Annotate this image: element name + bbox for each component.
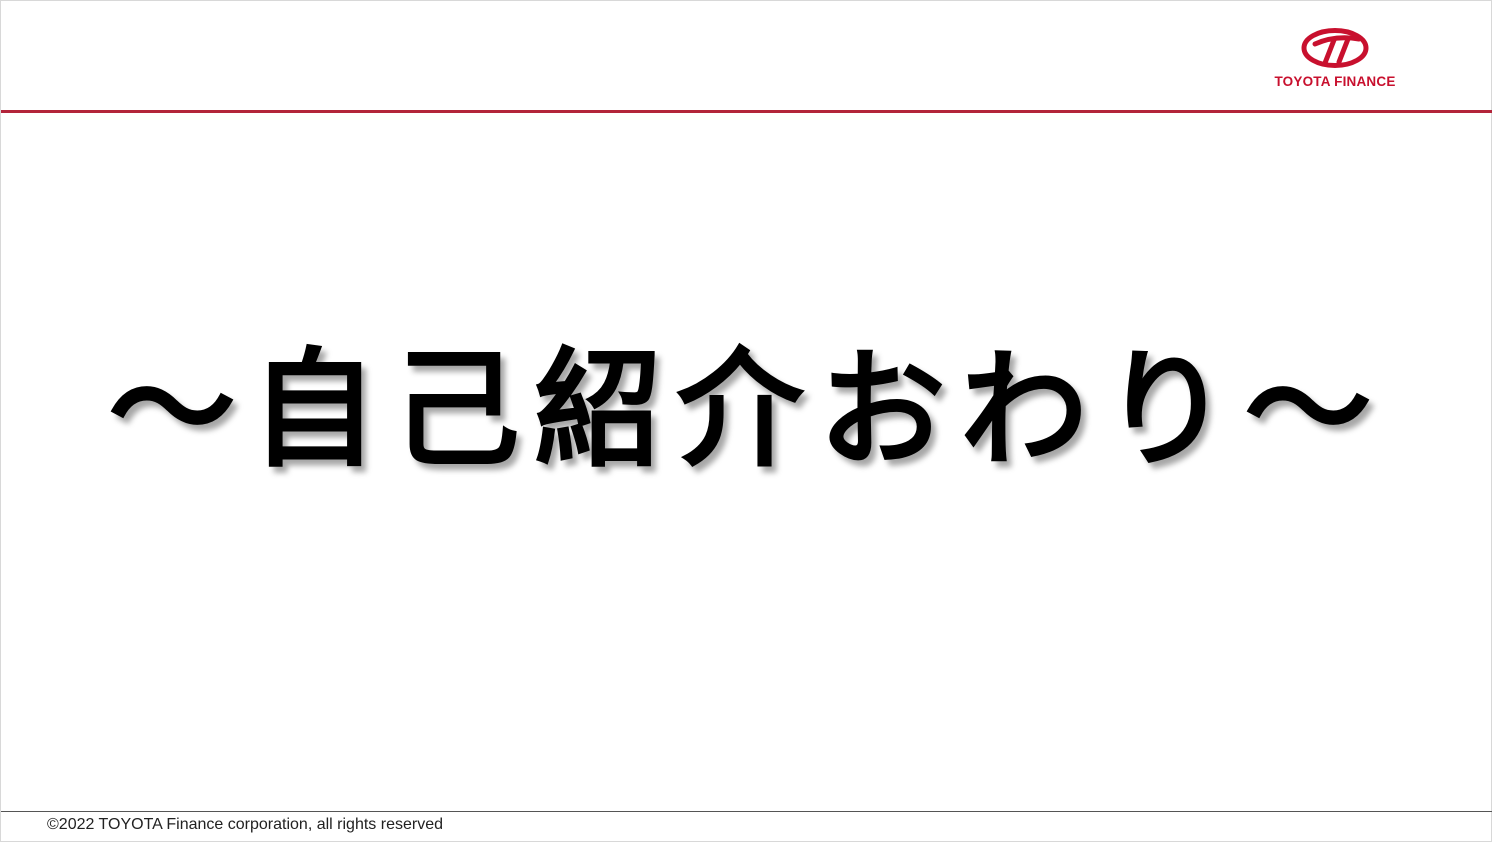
toyota-finance-logo: TOYOTA FINANCE <box>1263 25 1407 95</box>
toyota-finance-emblem-icon <box>1301 28 1369 68</box>
slide: TOYOTA FINANCE ～自己紹介おわり～ ©2022 TOYOTA Fi… <box>0 0 1492 842</box>
slide-title: ～自己紹介おわり～ <box>107 336 1386 485</box>
copyright-text: ©2022 TOYOTA Finance corporation, all ri… <box>47 816 443 833</box>
footer-divider <box>1 811 1492 812</box>
logo-text: TOYOTA FINANCE <box>1274 74 1396 89</box>
header-divider <box>1 110 1492 113</box>
